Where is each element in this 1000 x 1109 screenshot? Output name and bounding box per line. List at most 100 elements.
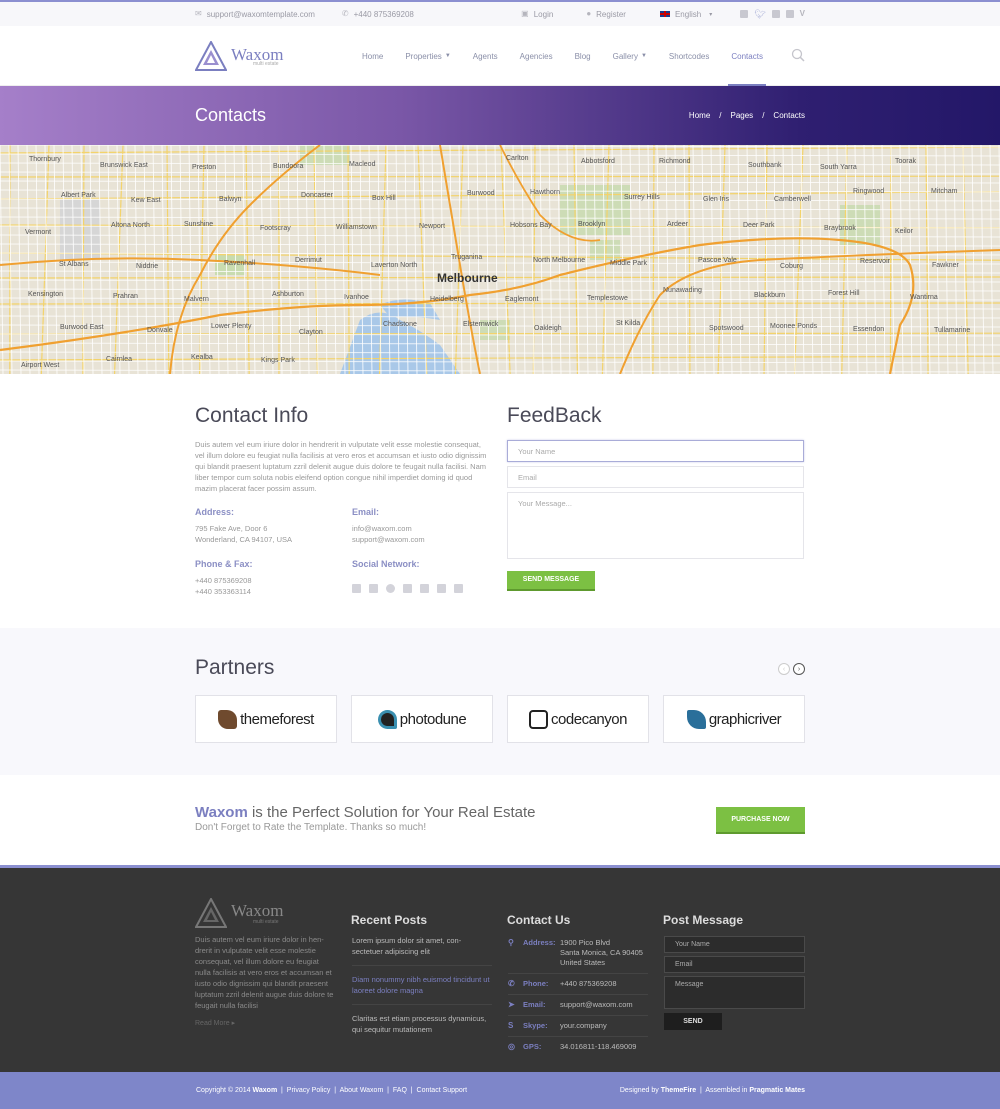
map-place-label: Footscray bbox=[260, 225, 291, 232]
map-place-label: Lower Plenty bbox=[211, 323, 252, 330]
send-message-button[interactable]: SEND MESSAGE bbox=[507, 571, 595, 591]
map-place-label: Ringwood bbox=[853, 188, 884, 195]
map-place-label: Brooklyn bbox=[578, 221, 605, 228]
compass-icon: ◎ bbox=[508, 1042, 515, 1051]
recent-post-item[interactable]: Claritas est etiam processus dynamicus, … bbox=[352, 1013, 492, 1043]
map-place-label: Camberwell bbox=[774, 196, 811, 203]
twitter-icon[interactable]: 🐦︎ bbox=[754, 9, 765, 19]
map-place-label: Glen Iris bbox=[703, 196, 730, 203]
footer-send-button[interactable]: SEND bbox=[664, 1013, 722, 1030]
contact-info: Contact Info Duis autem vel eum iriure d… bbox=[195, 404, 495, 596]
nav-home[interactable]: Home bbox=[351, 26, 394, 86]
facebook-icon[interactable] bbox=[740, 9, 749, 18]
arrow-right-icon: ▸ bbox=[231, 1020, 236, 1027]
vimeo-icon[interactable] bbox=[437, 584, 446, 593]
partners-section: Partners ‹ › themeforest photodune codec… bbox=[0, 628, 1000, 775]
feedback-message-input[interactable]: Your Message... bbox=[507, 492, 804, 559]
copyright: Copyright © 2014 Waxom | Privacy Policy … bbox=[196, 1087, 468, 1094]
map-place-label: Keilor bbox=[895, 228, 914, 235]
logo-triangle-icon bbox=[195, 898, 227, 928]
footer-message-input[interactable]: Message bbox=[664, 976, 805, 1009]
map-place-label: Hobsons Bay bbox=[510, 222, 552, 229]
recent-posts-list: Lorem ipsum dolor sit amet, con-sectetue… bbox=[352, 935, 492, 1051]
map-place-label: Albert Park bbox=[61, 192, 96, 199]
footer-email-input[interactable]: Email bbox=[664, 956, 805, 973]
recent-post-item[interactable]: Lorem ipsum dolor sit amet, con-sectetue… bbox=[352, 935, 492, 966]
email-label: Email: bbox=[352, 507, 380, 517]
logo-text: Waxom bbox=[231, 44, 284, 64]
partner-card[interactable]: codecanyon bbox=[507, 695, 649, 743]
nav-blog[interactable]: Blog bbox=[564, 26, 602, 86]
partner-card[interactable]: graphicriver bbox=[663, 695, 805, 743]
map-place-label: Ravenhall bbox=[224, 260, 256, 267]
map-place-label: Williamstown bbox=[336, 224, 377, 231]
about-link[interactable]: About Waxom bbox=[340, 1087, 384, 1094]
partner-card[interactable]: photodune bbox=[351, 695, 493, 743]
twitter-icon[interactable] bbox=[369, 584, 378, 593]
map-canvas[interactable]: Thornbury Brunswick East Preston Bundoora Ma… bbox=[0, 145, 1000, 374]
privacy-policy-link[interactable]: Privacy Policy bbox=[287, 1087, 331, 1094]
map-place-label: Laverton North bbox=[371, 262, 417, 269]
contact-support-link[interactable]: Contact Support bbox=[417, 1087, 468, 1094]
facebook-icon[interactable] bbox=[352, 584, 361, 593]
chevron-down-icon: ▼ bbox=[444, 53, 451, 59]
topbar-email[interactable]: ✉ support@waxomtemplate.com bbox=[195, 10, 315, 19]
nav-gallery[interactable]: Gallery ▼ bbox=[602, 26, 658, 86]
map-place-label: Niddrie bbox=[136, 263, 158, 270]
map-place-label: Airport West bbox=[21, 362, 59, 369]
google-plus-icon[interactable] bbox=[771, 9, 780, 18]
nav-shortcodes[interactable]: Shortcodes bbox=[658, 26, 720, 86]
nav-agencies[interactable]: Agencies bbox=[509, 26, 564, 86]
footer-about-text: Duis autem vel eum iriure dolor in hen-d… bbox=[195, 935, 334, 1010]
instagram-icon[interactable] bbox=[785, 9, 794, 18]
logo[interactable]: Waxom multi estate bbox=[195, 41, 283, 71]
map-place-label: Sunshine bbox=[184, 221, 213, 228]
nav-agents[interactable]: Agents bbox=[462, 26, 509, 86]
map-place-label: Surrey Hills bbox=[624, 194, 660, 201]
phone-label: Phone & Fax: bbox=[195, 559, 253, 569]
breadcrumb-separator: / bbox=[719, 111, 722, 120]
map[interactable]: Thornbury Brunswick East Preston Bundoora Ma… bbox=[0, 145, 1000, 374]
graphicriver-logo-icon bbox=[686, 709, 706, 729]
pragmatic-mates-link[interactable]: Pragmatic Mates bbox=[749, 1087, 805, 1094]
contact-info-title: Contact Info bbox=[195, 404, 309, 427]
map-place-label: Hawthorn bbox=[530, 189, 560, 196]
register-link[interactable]: ● Register bbox=[586, 10, 626, 19]
email-value[interactable]: info@waxom.com support@waxom.com bbox=[352, 523, 425, 545]
map-place-label: Kings Park bbox=[261, 357, 295, 364]
topbar-phone[interactable]: ✆ +440 875369208 bbox=[342, 10, 414, 19]
contact-us-title: Contact Us bbox=[507, 913, 571, 927]
feedback-email-input[interactable]: Email bbox=[507, 466, 804, 488]
purchase-now-button[interactable]: PURCHASE NOW bbox=[716, 807, 805, 834]
vimeo-icon[interactable]: V bbox=[800, 9, 805, 19]
google-plus-icon[interactable] bbox=[403, 584, 412, 593]
read-more-link[interactable]: Read More ▸ bbox=[195, 1019, 340, 1027]
nav-contacts[interactable]: Contacts bbox=[720, 26, 774, 86]
dribbble-icon[interactable] bbox=[386, 584, 395, 593]
search-icon[interactable] bbox=[791, 48, 805, 62]
nav-properties[interactable]: Properties ▼ bbox=[394, 26, 461, 86]
breadcrumb-home[interactable]: Home bbox=[689, 111, 710, 120]
skype-icon[interactable] bbox=[454, 584, 463, 593]
logo-tagline: multi estate bbox=[253, 60, 279, 67]
footer: Waxom multi estate Duis autem vel eum ir… bbox=[0, 865, 1000, 1072]
codecanyon-logo-icon bbox=[529, 709, 549, 729]
themefire-link[interactable]: ThemeFire bbox=[661, 1087, 696, 1094]
chevron-left-icon[interactable]: ‹ bbox=[778, 663, 790, 675]
recent-post-item[interactable]: Diam nonummy nibh euismod tincidunt ut l… bbox=[352, 974, 492, 1005]
map-place-label: Richmond bbox=[659, 158, 691, 165]
footer-name-input[interactable]: Your Name bbox=[664, 936, 805, 953]
footer-logo[interactable]: Waxom multi estate bbox=[195, 898, 340, 928]
chevron-right-icon[interactable]: › bbox=[793, 663, 805, 675]
breadcrumb-pages[interactable]: Pages bbox=[731, 111, 754, 120]
map-place-label: Spotswood bbox=[709, 325, 744, 332]
feedback-name-input[interactable]: Your Name bbox=[507, 440, 804, 462]
faq-link[interactable]: FAQ bbox=[393, 1087, 407, 1094]
login-link[interactable]: ▣ Login bbox=[521, 10, 553, 19]
logo-triangle-icon bbox=[195, 41, 227, 71]
user-icon: ● bbox=[586, 9, 592, 18]
instagram-icon[interactable] bbox=[420, 584, 429, 593]
partner-card[interactable]: themeforest bbox=[195, 695, 337, 743]
language-select[interactable]: English ▾ bbox=[659, 10, 712, 19]
cta-section: Waxom is the Perfect Solution for Your R… bbox=[0, 775, 1000, 865]
